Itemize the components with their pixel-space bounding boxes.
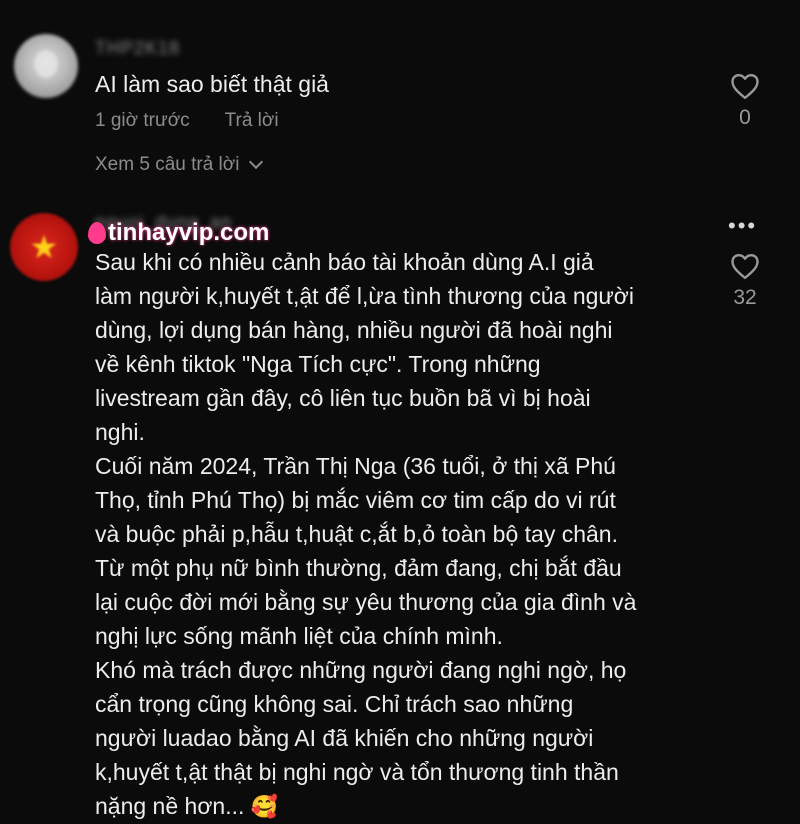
avatar-image xyxy=(34,50,58,78)
star-icon: ★ xyxy=(29,229,59,265)
heart-outline-icon xyxy=(731,253,759,280)
avatar[interactable] xyxy=(14,34,78,98)
comment-text: AI làm sao biết thật giả xyxy=(95,71,329,97)
view-replies-button[interactable]: Xem 5 câu trả lời xyxy=(95,154,264,176)
username[interactable]: THP2K18 xyxy=(95,38,180,59)
more-dots-icon: ••• xyxy=(728,213,758,238)
timestamp: 1 giờ trước xyxy=(95,110,190,131)
like-count: 32 xyxy=(733,286,757,309)
comment-meta: 1 giờ trước Trả lời xyxy=(95,110,309,132)
view-replies-label: Xem 5 câu trả lời xyxy=(95,154,240,175)
heart-outline-icon xyxy=(731,73,759,100)
like-button[interactable]: 32 xyxy=(725,252,765,310)
watermark-logo-icon xyxy=(88,222,106,244)
watermark-text: tinhayvip.com xyxy=(108,219,270,246)
watermark: tinhayvip.com xyxy=(88,219,269,247)
avatar[interactable]: ★ xyxy=(10,213,78,281)
smiling-face-hearts-emoji: 🥰 xyxy=(250,794,279,819)
like-count: 0 xyxy=(739,106,751,129)
like-button[interactable]: 0 xyxy=(725,72,765,130)
reply-button[interactable]: Trả lời xyxy=(225,110,279,131)
more-options-button[interactable]: ••• xyxy=(728,213,758,238)
chevron-down-icon xyxy=(249,154,264,170)
comment-text: Sau khi có nhiều cảnh báo tài khoản dùng… xyxy=(95,245,705,824)
comment-body: Sau khi có nhiều cảnh báo tài khoản dùng… xyxy=(95,249,637,819)
